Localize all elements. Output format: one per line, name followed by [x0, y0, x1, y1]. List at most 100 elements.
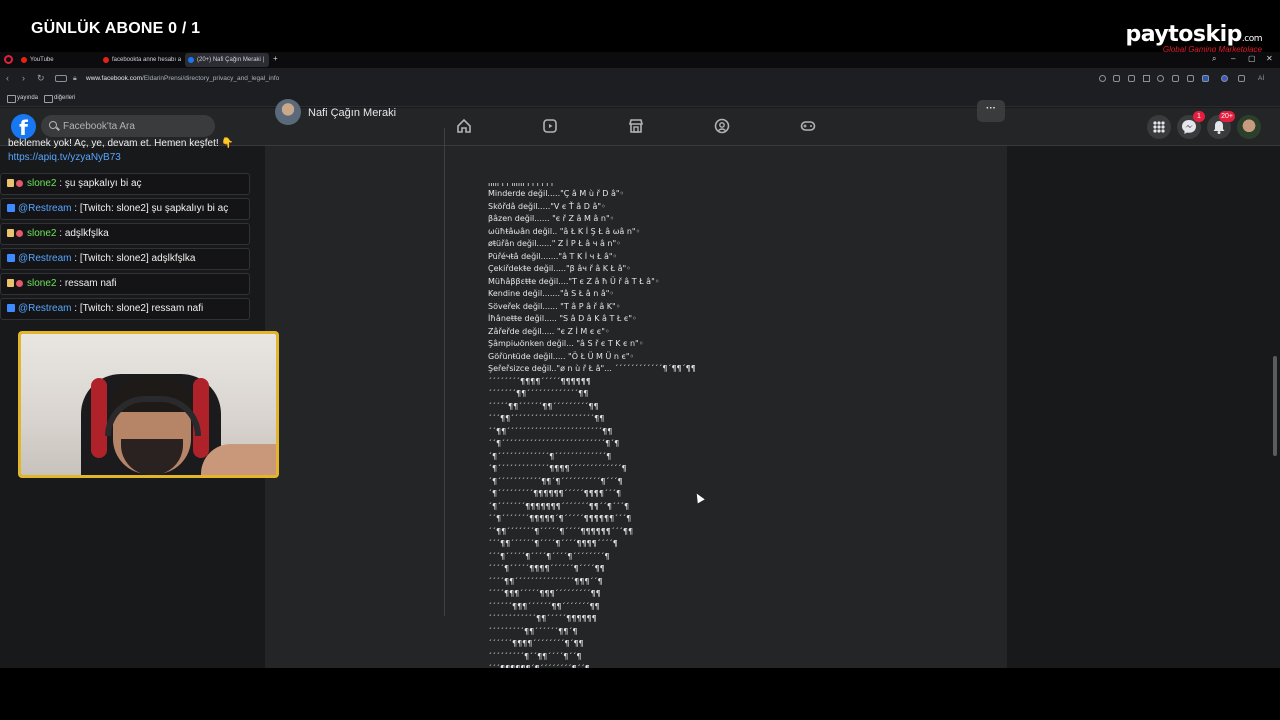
post-body: ıılıı ı ı ılıılı ı ı ı ı ı ı Minderde değ… [488, 183, 908, 676]
chat-username: slone2 [27, 278, 57, 289]
post-text-line: Göřünŧüde değil..... "Ö Ł Ü M Ü n є"◦ [488, 351, 635, 361]
chat-message: slone2 : ressam nafi [0, 273, 250, 295]
facebook-icon [188, 57, 194, 63]
tab-label: (20+) Nafi Çağın Meraki | [197, 57, 265, 63]
post-text-line: ´´´¶´´´´´¶´´´´¶´´´´¶´´´´´´´´¶ [488, 551, 610, 561]
profile-avatar-button[interactable] [1237, 115, 1261, 139]
minimize-icon[interactable]: – [1231, 54, 1235, 63]
lock-icon[interactable]: 🔒︎ [73, 75, 77, 83]
post-text-line: ´¶´´´´´´´´´´´´´¶¶¶¶´´´´´´´´´´´´´¶ [488, 464, 627, 473]
promo-link[interactable]: https://apiq.tv/yzyaNyB73 [8, 152, 121, 163]
chat-username: slone2 [27, 178, 57, 189]
chat-separator: : [71, 253, 80, 264]
search-icon[interactable] [1099, 75, 1106, 82]
download-icon[interactable] [1172, 75, 1179, 82]
chat-separator: : [71, 203, 80, 214]
facebook-logo-icon[interactable]: f [11, 114, 36, 140]
close-icon[interactable]: ✕ [1266, 54, 1273, 63]
chat-separator: : [71, 303, 80, 314]
chat-separator: : [56, 228, 65, 239]
post-text-line: ѡüħŧâѡân değil.. "â Ł K İ Ş Ł â ѡâ n"◦ [488, 226, 641, 236]
new-tab-button[interactable]: + [273, 54, 278, 63]
post-text-line: ´´´¶¶´´´´´´´´´´´´´´´´´´´´´¶¶ [488, 414, 605, 423]
notifications-badge: 20+ [1219, 111, 1235, 122]
post-text-line: Şeřeřsizce değil.."ø n ù ř Ł â"... ´´´´´… [488, 364, 696, 373]
messenger-button[interactable]: 1 [1177, 111, 1205, 139]
post-text-line: ´´´´¶´´´´´¶¶¶¶´´´´´´¶´´´´¶¶ [488, 564, 605, 573]
chat-username: @Restream [18, 303, 72, 314]
menu-grid-button[interactable] [1147, 115, 1171, 139]
post-text-line: Müħâββεŧŧe değil...."T є Z â ħ Ü ř â T Ł… [488, 276, 660, 286]
chat-message: slone2 : şu şapkalıyı bi aç [0, 173, 250, 195]
tab-facebook-profile[interactable]: (20+) Nafi Çağın Meraki | [185, 53, 269, 67]
webcam-feed [21, 334, 276, 475]
stream-overlay-bottom [0, 668, 1280, 720]
profile-icon[interactable] [1202, 75, 1209, 82]
restream-icon [7, 254, 15, 262]
facebook-search [41, 115, 215, 137]
extension-icon[interactable] [1221, 75, 1228, 82]
promo-text: beklemek yok! Aç, ye, devam et. Hemen ke… [8, 138, 234, 149]
notifications-button[interactable]: 20+ [1207, 111, 1235, 139]
tab-facebook-search[interactable]: facebookta anne hesabı a [100, 53, 182, 67]
chat-text: şu şapkalıyı bi aç [64, 178, 142, 189]
heart-icon[interactable] [1157, 75, 1164, 82]
url-input[interactable]: www.facebook.com/EldarinPrensi/directory… [86, 75, 279, 82]
bookmark-folder-yayinda[interactable]: yayında [7, 95, 38, 103]
maximize-icon[interactable]: ▢ [1248, 54, 1256, 63]
restream-icon [7, 304, 15, 312]
messenger-badge: 1 [1193, 111, 1205, 122]
bookmark-folder-digerleri[interactable]: diğerleri [44, 95, 75, 103]
post-text-line: ´´´´´´´´´¶¶´´´´´´¶¶´¶ [488, 626, 578, 636]
menu-icon[interactable] [1187, 75, 1194, 82]
url-path: /EldarinPrensi/directory_privacy_and_leg… [142, 75, 280, 82]
chat-overlay: slone2 : şu şapkalıyı bi aç @Restream : [… [0, 173, 252, 323]
post-header: Nafi Çağın Meraki ··· [275, 98, 1005, 128]
post-author-name[interactable]: Nafi Çağın Meraki [308, 107, 396, 119]
post-text-line: İħâneŧŧe değil..... "S â D â K â T Ł є"◦ [488, 314, 637, 323]
facebook-search-input[interactable] [63, 115, 213, 137]
site-info-icon[interactable] [55, 75, 67, 82]
chat-message: @Restream : [Twitch: slone2] şu şapkalıy… [0, 198, 250, 220]
post-text-line: Söveřek değil...... "T â P â ř â K"◦ [488, 301, 621, 311]
tab-bar: YouTube facebookta anne hesabı a (20+) N… [0, 52, 1280, 68]
play-icon[interactable] [1143, 75, 1150, 82]
chat-message: slone2 : adşlkfşlka [0, 223, 250, 245]
forward-icon[interactable]: › [22, 73, 25, 83]
post-text-line: ´´´´´´¶¶¶´´´´´´¶¶´´´´´´´¶¶ [488, 601, 600, 611]
post-text-line: Şâmpiѡönken değil... "â S ř є T K є n"◦ [488, 339, 644, 348]
chat-message: @Restream : [Twitch: slone2] ressam nafi [0, 298, 250, 320]
author-avatar[interactable] [275, 99, 301, 125]
ai-button[interactable]: Aİ [1258, 75, 1264, 82]
scrollbar-thumb[interactable] [1273, 356, 1277, 456]
facebook-right-column [1007, 146, 1280, 668]
badge-icon [7, 229, 14, 237]
grid-icon [1153, 121, 1165, 133]
opera-logo-icon[interactable] [4, 55, 13, 64]
camera-icon[interactable] [1128, 75, 1135, 82]
post-text-line: ´´´´´´´´´¶´´¶¶´´´´¶´´¶ [488, 651, 582, 661]
page-scrollbar[interactable] [1272, 146, 1278, 668]
post-text-line: ´´´´¶¶´´´´´´´´´´´´´´´¶¶¶´´¶ [488, 576, 603, 586]
post-text-line: Kendine değil......."â S Ł â n â"◦ [488, 289, 615, 298]
screenshot-icon[interactable] [1113, 75, 1120, 82]
search-tabs-icon[interactable]: ⌕ [1212, 54, 1216, 64]
chat-text: ressam nafi [64, 278, 117, 289]
post-text-line: ´´´´´¶¶´´´´´´¶¶´´´´´´´´´¶¶ [488, 401, 599, 411]
post-text-line: ´´´´´´´¶¶´´´´´´´´´´´´´¶¶ [488, 389, 589, 398]
settings-icon[interactable] [1238, 75, 1245, 82]
url-domain: www.facebook.com [86, 75, 142, 82]
post-text-line: ´´´¶¶´´´´´´¶´´´´¶´´´´¶¶¶¶´´´´¶ [488, 539, 618, 548]
tab-youtube[interactable]: YouTube [18, 53, 98, 67]
restream-icon [7, 204, 15, 212]
chat-message: @Restream : [Twitch: slone2] adşlkfşlka [0, 248, 250, 270]
back-icon[interactable]: ‹ [6, 73, 9, 83]
post-text-line: ´´´´´´´´´´´´¶¶´´´´´¶¶¶¶¶¶ [488, 614, 597, 623]
post-text-line: Çekiřdekŧe değil....."β âч ř â K Ł â"◦ [488, 264, 631, 273]
reload-icon[interactable]: ↻ [37, 73, 45, 84]
platform-icon [16, 280, 23, 287]
chat-username: @Restream [18, 253, 72, 264]
chat-username: slone2 [27, 228, 57, 239]
more-options-button[interactable]: ··· [977, 100, 1005, 122]
post-text-line: Püřéчŧâ değil......."â T K İ ч Ł â"◦ [488, 251, 618, 261]
